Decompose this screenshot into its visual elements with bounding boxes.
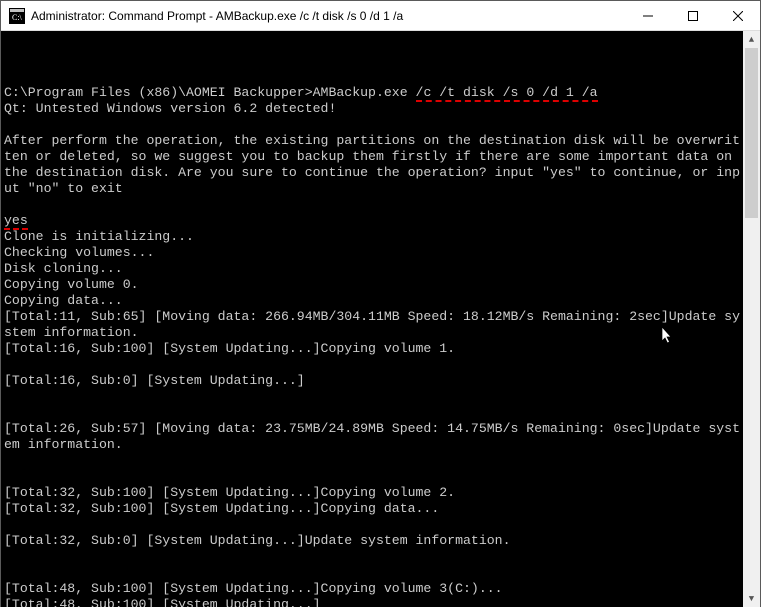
line-copy-vol0: Copying volume 0. xyxy=(4,277,139,292)
titlebar: C:\ Administrator: Command Prompt - AMBa… xyxy=(1,1,760,31)
line-progress-8: [Total:48, Sub:100] [System Updating...]… xyxy=(4,581,503,596)
close-button[interactable] xyxy=(715,1,760,30)
line-disk-cloning: Disk cloning... xyxy=(4,261,123,276)
svg-text:C:\: C:\ xyxy=(12,13,23,22)
line-warning: After perform the operation, the existin… xyxy=(4,133,740,196)
terminal-output: C:\Program Files (x86)\AOMEI Backupper>A… xyxy=(4,69,740,607)
line-progress-1: [Total:11, Sub:65] [Moving data: 266.94M… xyxy=(4,309,740,340)
cmd-highlighted: /c /t disk /s 0 /d 1 /a xyxy=(416,85,598,102)
line-progress-9: [Total:48, Sub:100] [System Updating...] xyxy=(4,597,321,607)
line-progress-4: [Total:26, Sub:57] [Moving data: 23.75MB… xyxy=(4,421,740,452)
scrollbar[interactable]: ▲ ▼ xyxy=(743,31,760,607)
line-progress-2: [Total:16, Sub:100] [System Updating...]… xyxy=(4,341,455,356)
line-progress-3: [Total:16, Sub:0] [System Updating...] xyxy=(4,373,305,388)
cmd-prefix: AMBackup.exe xyxy=(313,85,416,100)
line-yes: yes xyxy=(4,213,28,230)
line-copy-data: Copying data... xyxy=(4,293,123,308)
line-progress-5: [Total:32, Sub:100] [System Updating...]… xyxy=(4,485,455,500)
prompt-path: C:\Program Files (x86)\AOMEI Backupper> xyxy=(4,85,313,100)
scroll-up-button[interactable]: ▲ xyxy=(743,31,760,48)
cmd-icon: C:\ xyxy=(9,8,25,24)
scroll-down-button[interactable]: ▼ xyxy=(743,590,760,607)
scroll-thumb[interactable] xyxy=(745,48,758,218)
line-progress-6: [Total:32, Sub:100] [System Updating...]… xyxy=(4,501,439,516)
terminal[interactable]: C:\Program Files (x86)\AOMEI Backupper>A… xyxy=(1,31,760,607)
window-title: Administrator: Command Prompt - AMBackup… xyxy=(31,9,625,23)
line-progress-7: [Total:32, Sub:0] [System Updating...]Up… xyxy=(4,533,510,548)
minimize-button[interactable] xyxy=(625,1,670,30)
line-clone-init: Clone is initializing... xyxy=(4,229,194,244)
maximize-button[interactable] xyxy=(670,1,715,30)
line-check-vol: Checking volumes... xyxy=(4,245,154,260)
line-qt: Qt: Untested Windows version 6.2 detecte… xyxy=(4,101,336,116)
window-controls xyxy=(625,1,760,30)
